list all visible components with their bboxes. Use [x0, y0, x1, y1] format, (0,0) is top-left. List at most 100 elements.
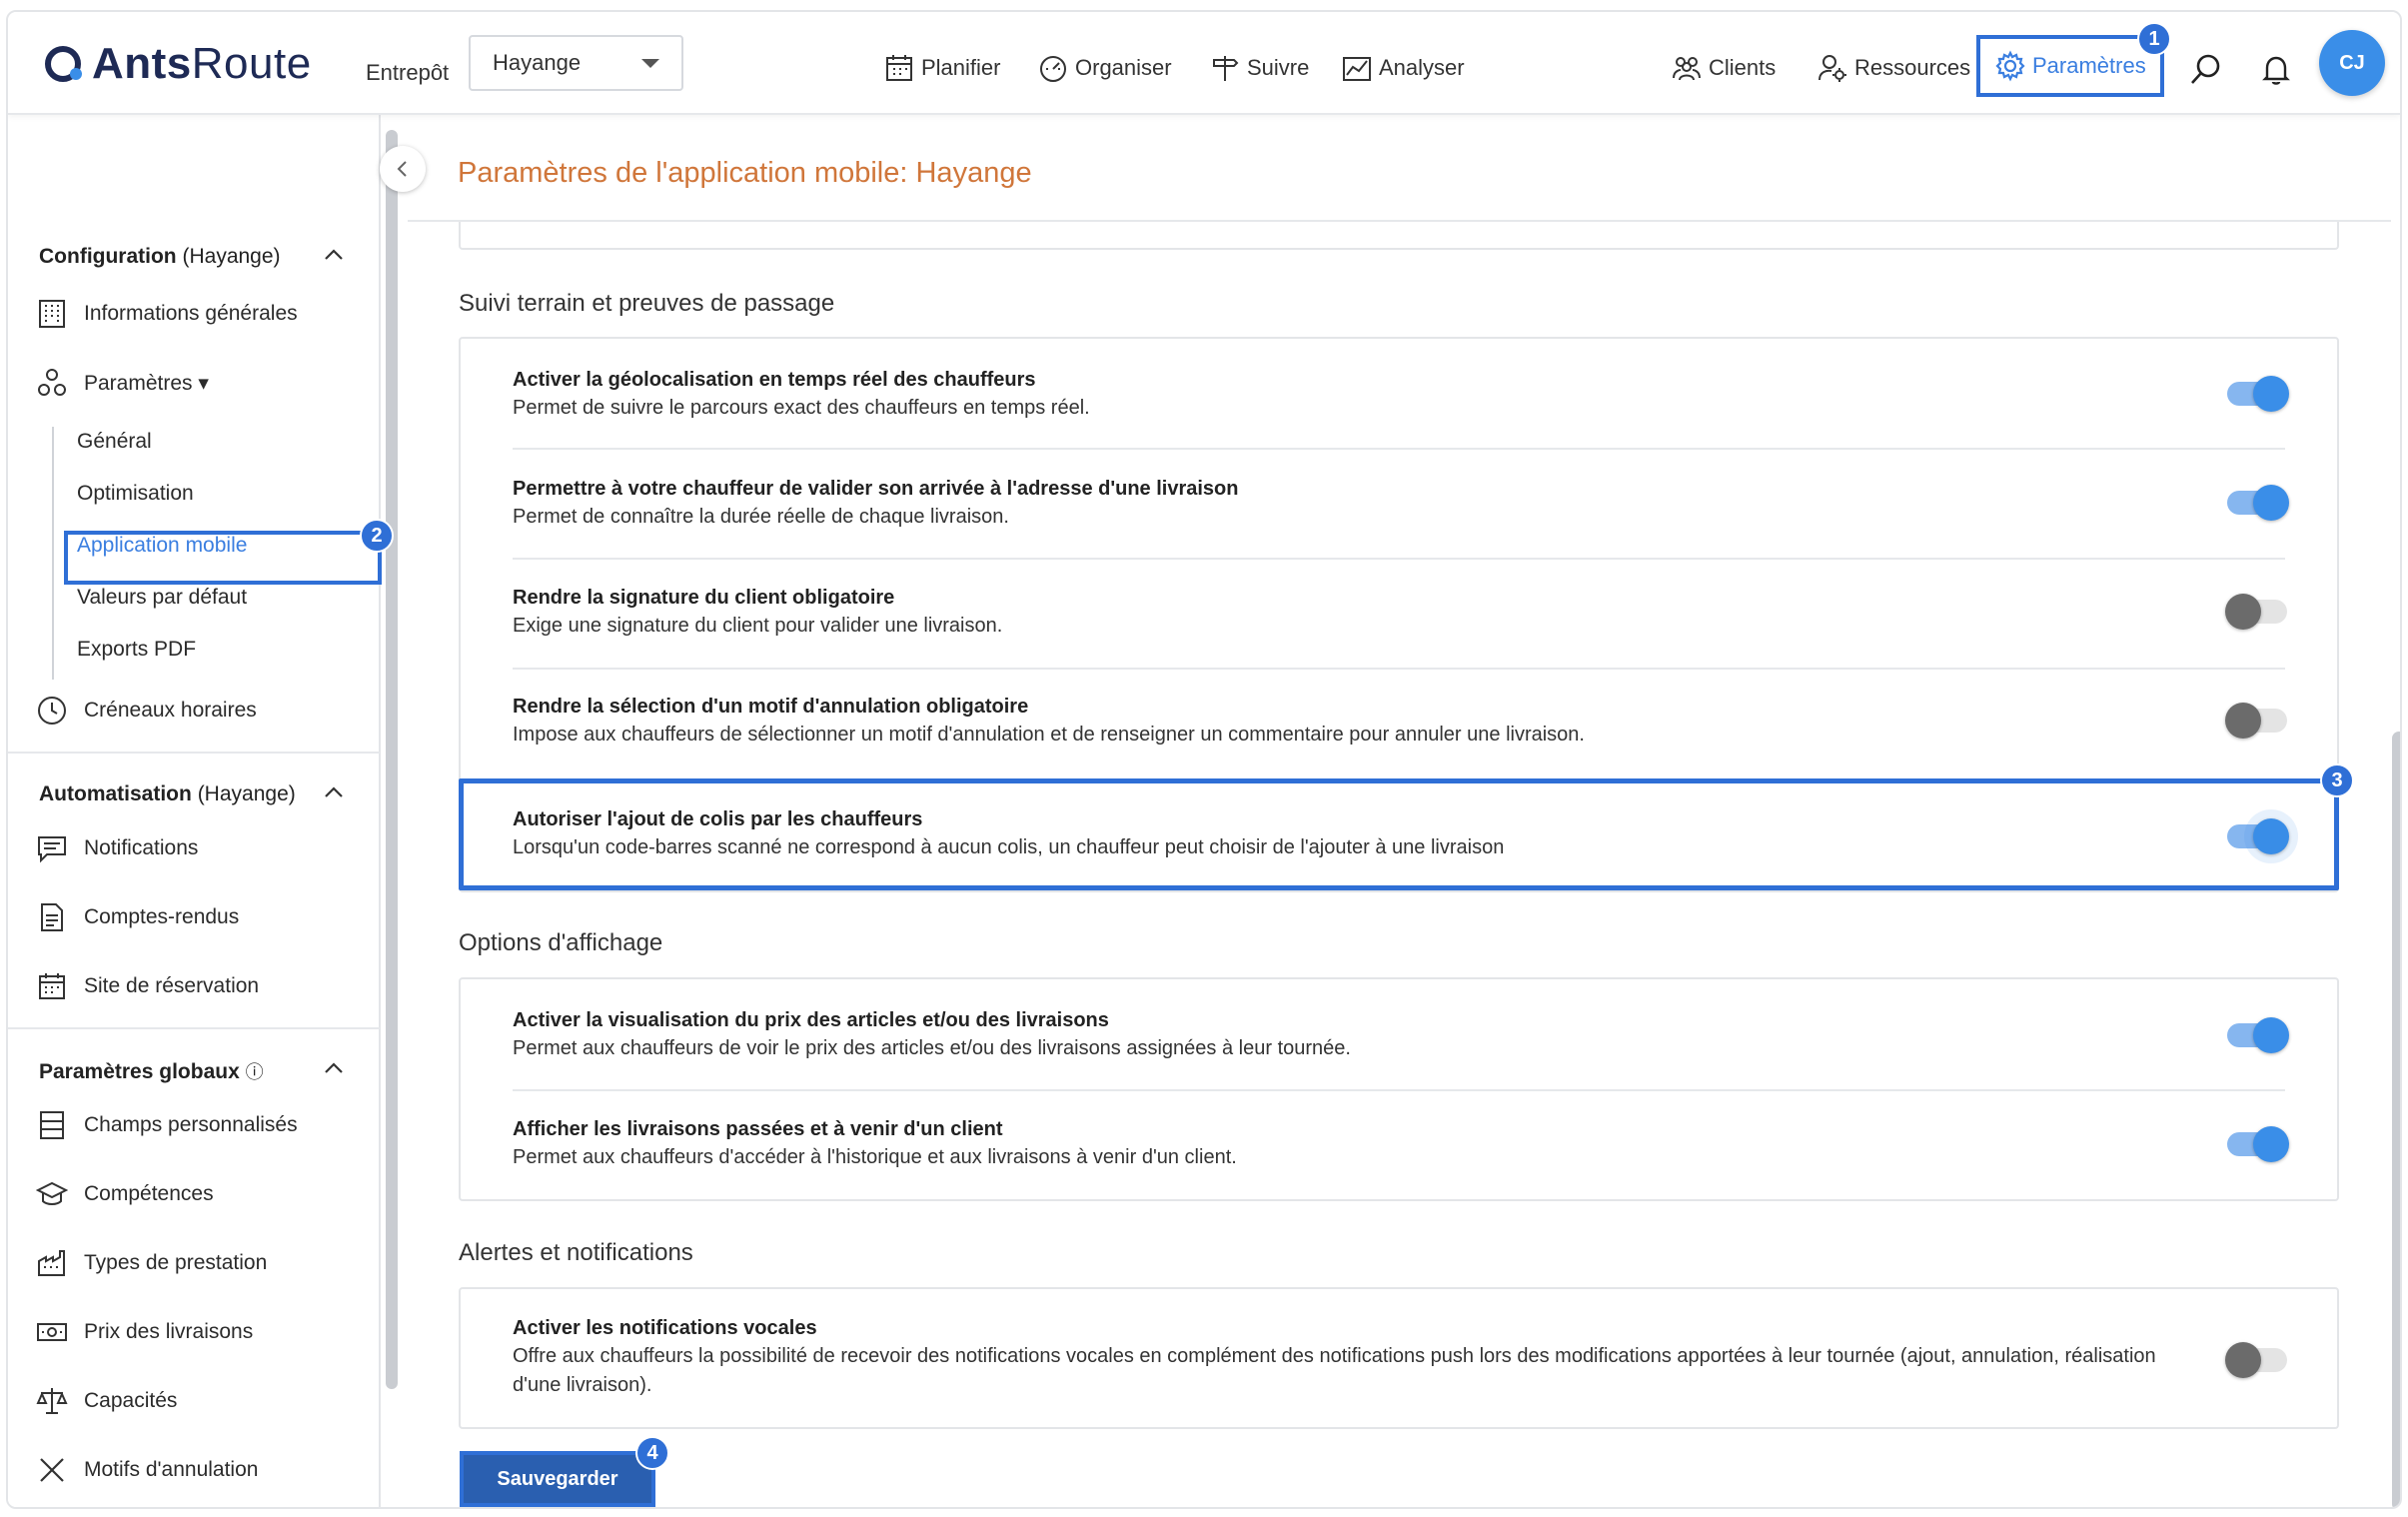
toggle-knob [2253, 1126, 2289, 1162]
sidebar-item-label: Informations générales [84, 302, 298, 325]
chevron-up-icon[interactable] [324, 1058, 344, 1078]
nav-clients[interactable]: Clients [1671, 52, 1776, 84]
message-icon [38, 836, 66, 863]
toggle-knob [2225, 703, 2261, 739]
setting-description: Permet de suivre le parcours exact des c… [513, 397, 1090, 419]
submenu-guide-line [52, 427, 54, 680]
setting-title: Permettre à votre chauffeur de valider s… [513, 478, 1239, 500]
avatar[interactable]: CJ [2319, 30, 2385, 96]
sidebar-subitem-optimisation[interactable]: Optimisation [77, 482, 194, 506]
banknote-icon [37, 1323, 67, 1341]
toggle-knob [2253, 1017, 2289, 1053]
sidebar-subitem-valeurs-par-defaut[interactable]: Valeurs par défaut [77, 586, 247, 610]
toggle-ajout-colis[interactable] [2227, 809, 2298, 863]
sidebar-item-site-de-reservation[interactable]: Site de réservation [36, 970, 259, 1002]
top-bar: AntsRoute Entrepôt Hayange Planifier Org… [8, 12, 2400, 115]
nav-ressources[interactable]: Ressources [1816, 52, 1970, 84]
main-scrollbar[interactable] [2392, 732, 2400, 1507]
toggle-knob [2225, 1342, 2261, 1378]
step-badge-2: 2 [360, 519, 394, 553]
setting-title: Rendre la signature du client obligatoir… [513, 587, 895, 609]
sidebar-item-label: Capacités [84, 1389, 178, 1412]
sidebar-item-notifications[interactable]: Notifications [36, 832, 198, 864]
nav-planifier[interactable]: Planifier [883, 52, 1000, 84]
close-icon [40, 1458, 64, 1482]
calendar-icon [39, 973, 65, 999]
building-icon [39, 300, 65, 328]
info-icon[interactable]: ⓘ [246, 1062, 264, 1082]
bell-icon[interactable] [2258, 52, 2294, 88]
setting-title: Autoriser l'ajout de colis par les chauf… [513, 808, 923, 830]
setting-row: Afficher les livraisons passées et à ven… [461, 1090, 2337, 1200]
toggle-notifications-vocales[interactable] [2225, 1342, 2287, 1378]
form-fields-icon [40, 1111, 64, 1139]
setting-title: Activer la visualisation du prix des art… [513, 1009, 1109, 1031]
sidebar-item-motifs-annulation[interactable]: Motifs d'annulation [36, 1454, 258, 1486]
sidebar-item-champs-personnalises[interactable]: Champs personnalisés [36, 1109, 298, 1141]
step-badge-4: 4 [635, 1436, 669, 1470]
ants-route-logo-icon [45, 46, 82, 82]
sidebar-item-parametres[interactable]: Paramètres ▾ [36, 367, 209, 399]
sidebar-item-label: Types de prestation [84, 1251, 268, 1274]
sidebar-item-comptes-rendus[interactable]: Comptes-rendus [36, 901, 239, 933]
nav-label: Organiser [1075, 55, 1172, 80]
sidebar-item-label: Compétences [84, 1182, 214, 1205]
sidebar-scrollbar[interactable] [386, 130, 398, 1389]
nav-label: Analyser [1379, 55, 1465, 80]
setting-description: Offre aux chauffeurs la possibilité de r… [513, 1345, 2156, 1396]
nav-label: Ressources [1854, 55, 1971, 80]
toggle-livraisons-client[interactable] [2227, 1126, 2289, 1162]
toggle-valider-arrivee[interactable] [2227, 485, 2289, 521]
setting-description: Exige une signature du client pour valid… [513, 615, 1003, 637]
chevron-up-icon[interactable] [324, 782, 344, 802]
sidebar-item-types-de-prestation[interactable]: Types de prestation [36, 1247, 267, 1279]
nav-analyser[interactable]: Analyser [1341, 52, 1465, 84]
nav-label: Paramètres [2032, 53, 2146, 78]
warehouse-value: Hayange [493, 50, 582, 75]
logo[interactable]: AntsRoute [42, 38, 312, 90]
document-icon [41, 903, 63, 931]
scale-icon [36, 1388, 68, 1414]
sidebar-item-label: Site de réservation [84, 974, 260, 997]
warehouse-label: Entrepôt [366, 60, 450, 85]
nav-suivre[interactable]: Suivre [1209, 52, 1309, 84]
nav-parametres[interactable]: Paramètres [1976, 35, 2164, 97]
search-icon[interactable] [2188, 52, 2224, 88]
sidebar-item-informations-generales[interactable]: Informations générales [36, 298, 298, 330]
sidebar-subitem-general[interactable]: Général [77, 430, 152, 454]
setting-description: Permet de connaître la durée réelle de c… [513, 506, 1009, 528]
setting-row: Rendre la sélection d'un motif d'annulat… [461, 669, 2337, 777]
sidebar-item-label: Paramètres ▾ [84, 371, 209, 395]
sidebar-item-label: Prix des livraisons [84, 1320, 254, 1343]
users-icon [1673, 57, 1701, 81]
section-title-configuration[interactable]: Configuration (Hayange) [39, 245, 281, 269]
setting-row: Rendre la signature du client obligatoir… [461, 559, 2337, 668]
section-title-automatisation[interactable]: Automatisation (Hayange) [39, 782, 296, 806]
step-badge-1: 1 [2137, 22, 2171, 56]
warehouse-select[interactable]: Hayange [469, 35, 683, 91]
section-title-parametres-globaux[interactable]: Paramètres globaux ⓘ [39, 1058, 264, 1084]
clock-icon [38, 697, 66, 725]
nav-organiser[interactable]: Organiser [1037, 52, 1172, 84]
sidebar-item-prix-des-livraisons[interactable]: Prix des livraisons [36, 1316, 253, 1348]
toggle-signature-obligatoire[interactable] [2225, 594, 2287, 630]
setting-description: Permet aux chauffeurs de voir le prix de… [513, 1037, 1351, 1059]
sidebar-item-creneaux-horaires[interactable]: Créneaux horaires [36, 695, 257, 727]
toggle-knob [2225, 594, 2261, 630]
settings-card-options-affichage: Activer la visualisation du prix des art… [459, 977, 2339, 1201]
group-title-alertes-notifications: Alertes et notifications [459, 1239, 693, 1266]
sidebar-item-competences[interactable]: Compétences [36, 1178, 214, 1210]
sidebar-subitem-application-mobile[interactable]: Application mobile [77, 534, 247, 558]
sidebar-divider [8, 752, 380, 754]
logo-text: AntsRoute [92, 39, 312, 88]
sidebar-subitem-exports-pdf[interactable]: Exports PDF [77, 638, 196, 662]
toggle-motif-annulation[interactable] [2225, 703, 2287, 739]
nav-label: Clients [1709, 55, 1777, 80]
save-button[interactable]: Sauvegarder [460, 1451, 655, 1507]
chevron-up-icon[interactable] [324, 245, 344, 265]
sidebar-collapse-button[interactable] [380, 146, 426, 192]
sidebar-item-capacites[interactable]: Capacités [36, 1385, 177, 1417]
toggle-geolocalisation[interactable] [2227, 376, 2289, 412]
toggle-visualisation-prix[interactable] [2227, 1017, 2289, 1053]
chevron-left-icon [397, 161, 407, 177]
